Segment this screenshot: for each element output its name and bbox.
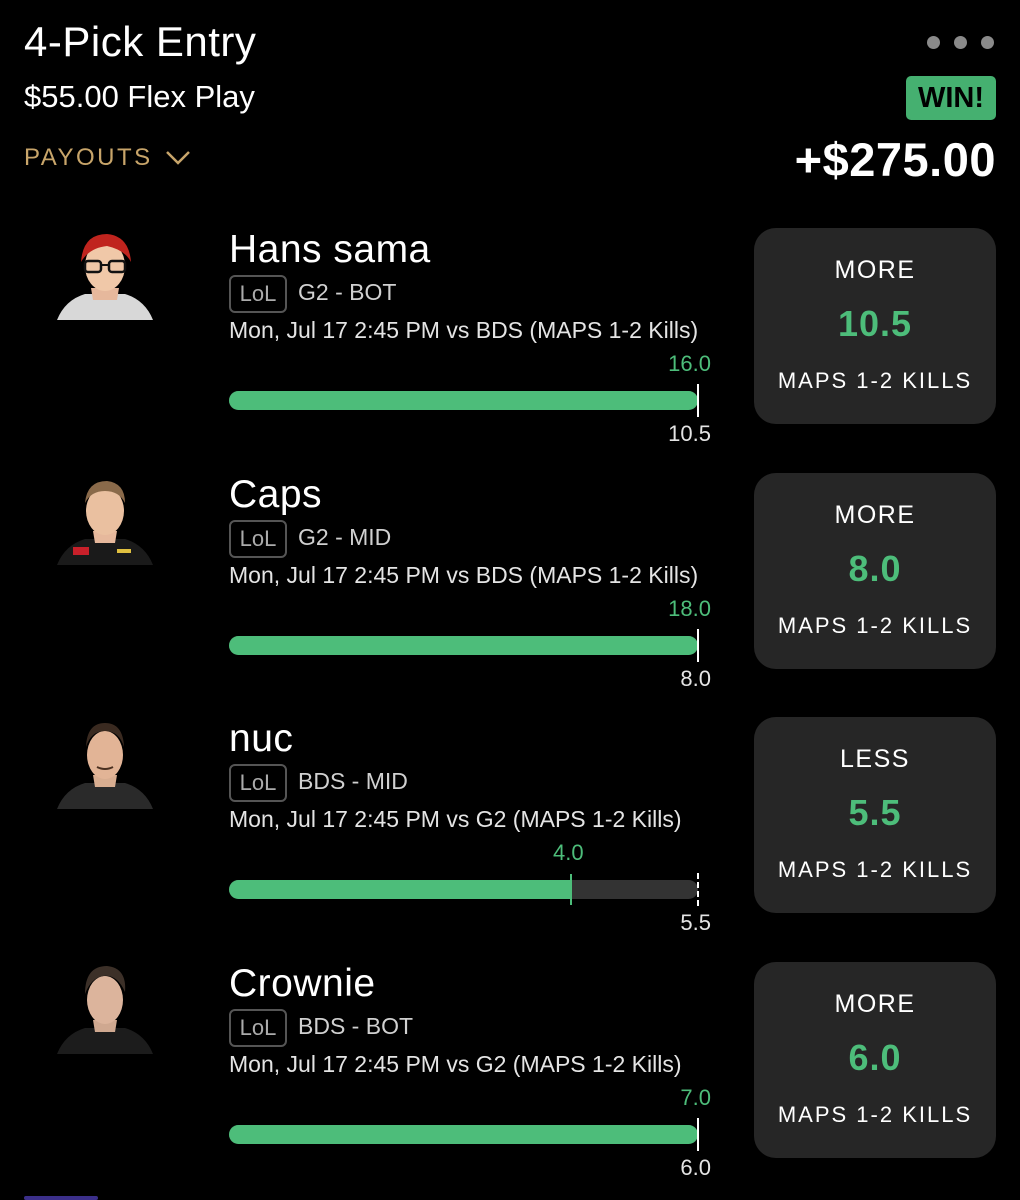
progress-bar xyxy=(229,873,699,906)
pick-line: 8.0 xyxy=(848,548,902,589)
pick-direction: MORE xyxy=(834,256,916,284)
entry-subtitle: $55.00 Flex Play xyxy=(24,79,255,114)
pick-card[interactable]: MORE 8.0 MAPS 1-2 KILLS xyxy=(754,473,996,669)
winnings-amount: +$275.00 xyxy=(794,133,996,186)
pick-line: 10.5 xyxy=(837,303,913,344)
page-title: 4-Pick Entry xyxy=(24,18,257,65)
team-position: G2 - BOT xyxy=(298,279,397,305)
player-avatar xyxy=(55,717,155,809)
bottom-indicator xyxy=(24,1196,98,1200)
actual-stat-value: 7.0 xyxy=(680,1085,711,1110)
line-value: 8.0 xyxy=(680,666,711,691)
team-position: BDS - MID xyxy=(298,768,408,794)
more-options-icon[interactable] xyxy=(927,36,994,49)
matchup-info: Mon, Jul 17 2:45 PM vs G2 (MAPS 1-2 Kill… xyxy=(229,1051,682,1077)
matchup-info: Mon, Jul 17 2:45 PM vs BDS (MAPS 1-2 Kil… xyxy=(229,317,699,343)
pick-stat: MAPS 1-2 KILLS xyxy=(777,1102,973,1127)
pick-stat: MAPS 1-2 KILLS xyxy=(777,368,973,393)
league-tag: LoL xyxy=(229,764,287,802)
pick-line: 5.5 xyxy=(848,792,902,833)
progress-bar-fill xyxy=(229,880,570,899)
player-name: Crownie xyxy=(229,962,376,1005)
pick-card[interactable]: MORE 10.5 MAPS 1-2 KILLS xyxy=(754,228,996,424)
progress-bar xyxy=(229,384,699,417)
progress-bar xyxy=(229,1118,699,1151)
line-marker xyxy=(697,384,699,417)
progress-bar-fill xyxy=(229,391,698,410)
payouts-label: PAYOUTS xyxy=(24,144,153,171)
payouts-toggle[interactable]: PAYOUTS xyxy=(24,144,191,172)
pick-card[interactable]: LESS 5.5 MAPS 1-2 KILLS xyxy=(754,717,996,913)
pick-row: Crownie LoL BDS - BOT Mon, Jul 17 2:45 P… xyxy=(0,962,1020,1200)
pick-direction: MORE xyxy=(834,990,916,1018)
player-avatar xyxy=(55,473,155,565)
pick-card[interactable]: MORE 6.0 MAPS 1-2 KILLS xyxy=(754,962,996,1158)
actual-stat-value: 4.0 xyxy=(553,840,584,865)
player-name: Caps xyxy=(229,473,323,516)
progress-bar xyxy=(229,629,699,662)
player-name: nuc xyxy=(229,717,294,760)
actual-marker xyxy=(570,874,572,905)
actual-stat-value: 16.0 xyxy=(668,351,711,376)
actual-stat-value: 18.0 xyxy=(668,596,711,621)
league-tag: LoL xyxy=(229,520,287,558)
progress-bar-fill xyxy=(229,1125,698,1144)
line-marker xyxy=(697,629,699,662)
matchup-info: Mon, Jul 17 2:45 PM vs G2 (MAPS 1-2 Kill… xyxy=(229,806,682,832)
league-tag: LoL xyxy=(229,1009,287,1047)
pick-row: nuc LoL BDS - MID Mon, Jul 17 2:45 PM vs… xyxy=(0,717,1020,957)
matchup-info: Mon, Jul 17 2:45 PM vs BDS (MAPS 1-2 Kil… xyxy=(229,562,699,588)
player-name: Hans sama xyxy=(229,228,431,271)
chevron-down-icon xyxy=(165,151,190,165)
line-value: 6.0 xyxy=(680,1155,711,1180)
player-avatar xyxy=(55,962,155,1054)
status-badge: WIN! xyxy=(905,76,996,120)
pick-direction: MORE xyxy=(834,501,916,529)
pick-direction: LESS xyxy=(840,745,910,773)
team-position: BDS - BOT xyxy=(298,1013,414,1039)
pick-stat: MAPS 1-2 KILLS xyxy=(777,857,973,882)
line-marker xyxy=(697,873,699,906)
line-value: 10.5 xyxy=(668,421,711,446)
progress-bar-fill xyxy=(229,636,698,655)
league-tag: LoL xyxy=(229,275,287,313)
line-marker xyxy=(697,1118,699,1151)
line-value: 5.5 xyxy=(680,910,711,935)
pick-stat: MAPS 1-2 KILLS xyxy=(777,613,973,638)
entry-detail-screen: 4-Pick Entry $55.00 Flex Play PAYOUTS WI… xyxy=(0,0,1020,1200)
pick-row: Hans sama LoL G2 - BOT Mon, Jul 17 2:45 … xyxy=(0,228,1020,468)
pick-line: 6.0 xyxy=(848,1037,902,1078)
player-avatar xyxy=(55,228,155,320)
team-position: G2 - MID xyxy=(298,524,392,550)
pick-row: Caps LoL G2 - MID Mon, Jul 17 2:45 PM vs… xyxy=(0,473,1020,713)
